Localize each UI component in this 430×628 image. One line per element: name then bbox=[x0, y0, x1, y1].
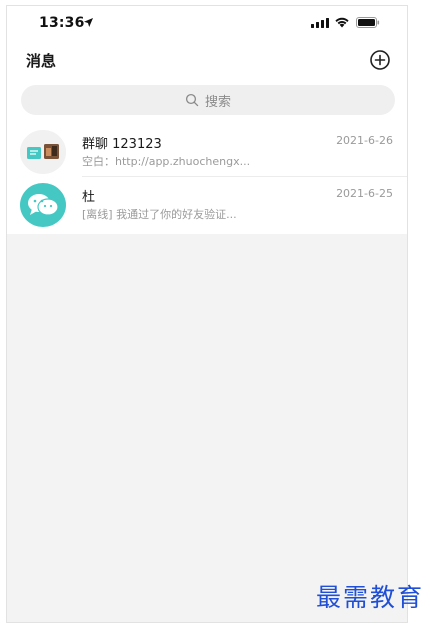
conversation-name: 杜 bbox=[82, 190, 96, 205]
group-avatar-icon bbox=[20, 130, 66, 174]
phone-screen: 13:36 消息 搜索 群聊 123123 空白：http://app.zhuo… bbox=[6, 5, 408, 623]
watermark: 最需教育 bbox=[315, 583, 424, 612]
conversation-preview: 空白：http://app.zhuochengx... bbox=[82, 155, 251, 168]
conversation-item-du[interactable]: 杜 [离线] 我通过了你的好友验证... 2021-6-25 bbox=[7, 177, 407, 230]
cellular-signal-icon bbox=[311, 18, 329, 28]
status-bar: 13:36 bbox=[7, 6, 407, 40]
wifi-icon bbox=[335, 17, 349, 28]
conversation-name: 群聊 123123 bbox=[82, 137, 162, 152]
chat-bubble-avatar-image bbox=[20, 183, 66, 227]
group-avatar-image bbox=[20, 130, 66, 174]
search-placeholder: 搜索 bbox=[204, 94, 231, 110]
conversation-list: 群聊 123123 空白：http://app.zhuochengx... 20… bbox=[7, 124, 407, 230]
search-content: 搜索 bbox=[21, 85, 395, 115]
search-icon bbox=[185, 93, 199, 107]
conversation-date: 2021-6-25 bbox=[336, 187, 393, 200]
conversation-preview: [离线] 我通过了你的好友验证... bbox=[82, 208, 237, 221]
plus-circle-icon[interactable] bbox=[369, 49, 391, 71]
location-arrow-icon bbox=[84, 18, 93, 27]
search-input[interactable]: 搜索 bbox=[21, 85, 395, 115]
status-time: 13:36 bbox=[39, 15, 85, 31]
battery-icon bbox=[356, 17, 380, 28]
page-title: 消息 bbox=[26, 52, 57, 70]
chat-bubble-avatar-icon bbox=[20, 183, 66, 227]
conversation-date: 2021-6-26 bbox=[336, 134, 393, 147]
conversation-item-group[interactable]: 群聊 123123 空白：http://app.zhuochengx... 20… bbox=[7, 124, 407, 177]
